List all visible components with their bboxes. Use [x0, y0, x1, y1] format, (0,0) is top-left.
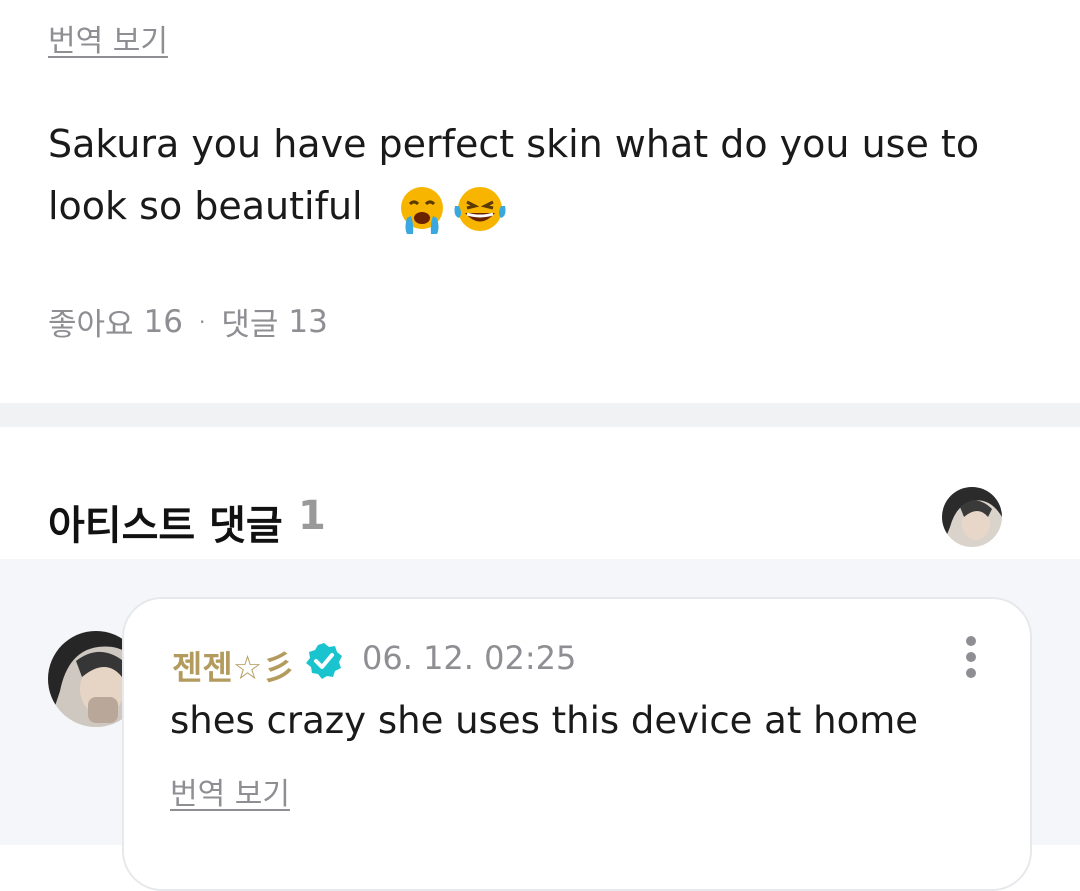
verified-badge-icon [306, 643, 342, 679]
artist-comments-title: 아티스트 댓글 [48, 503, 283, 549]
post-stats: 좋아요 16 · 댓글 13 [48, 299, 328, 344]
comments-count: 13 [288, 303, 328, 340]
likes-count: 16 [143, 303, 184, 340]
translate-link[interactable]: 번역 보기 [48, 16, 168, 60]
post-text: Sakura you have perfect skin what do you… [48, 122, 980, 228]
comment-card: 젠젠☆彡 06. 12. 02:25 shes crazy she uses t… [122, 597, 1032, 891]
post-body: Sakura you have perfect skin what do you… [48, 113, 1038, 237]
comment-author[interactable]: 젠젠☆彡 [172, 641, 295, 689]
artist-comments-count: 1 [298, 493, 326, 539]
avatar-image [942, 487, 1002, 547]
tears-of-joy-icon [454, 186, 506, 231]
section-divider [0, 403, 1080, 427]
more-options-icon[interactable] [956, 635, 986, 679]
stats-separator: · [199, 309, 206, 334]
artist-comments-header: 아티스트 댓글 1 [0, 427, 1080, 559]
post: 번역 보기 Sakura you have perfect skin what … [0, 0, 1080, 403]
comment-translate-link[interactable]: 번역 보기 [170, 769, 290, 813]
comments-label[interactable]: 댓글 [221, 299, 278, 344]
comment-timestamp: 06. 12. 02:25 [362, 639, 577, 677]
artist-avatar-small[interactable] [942, 487, 1002, 547]
comment-area: 젠젠☆彡 06. 12. 02:25 shes crazy she uses t… [0, 559, 1080, 891]
likes-label[interactable]: 좋아요 [48, 299, 134, 344]
crying-face-icon [400, 186, 443, 234]
comment-text: shes crazy she uses this device at home [170, 699, 919, 742]
